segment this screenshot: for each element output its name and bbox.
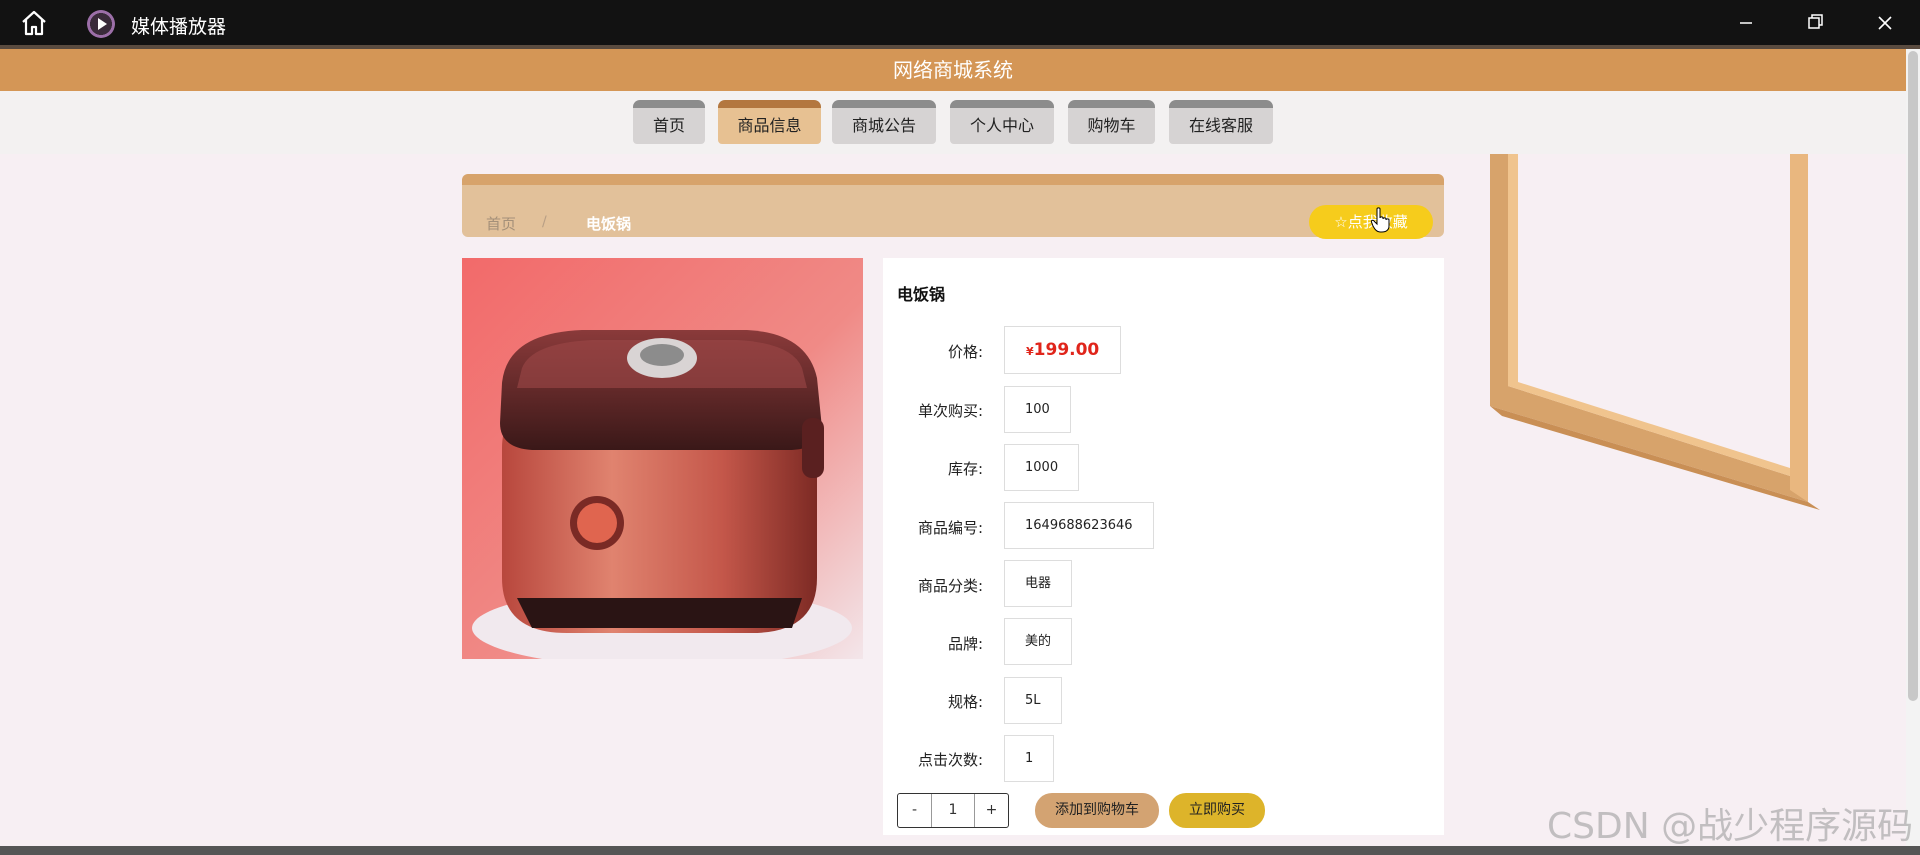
site-header-title: 网络商城系统 [0,49,1906,91]
main-nav: 首页 商品信息 商城公告 个人中心 购物车 在线客服 [0,91,1906,154]
breadcrumb-separator: / [542,214,547,230]
stock-label: 库存: [947,460,983,478]
quantity-decrease-button[interactable]: - [898,794,931,827]
quantity-stepper: - 1 + [897,793,1009,828]
nav-item-product-info[interactable]: 商品信息 [718,100,821,144]
breadcrumb-home-link[interactable]: 首页 [486,213,516,234]
price-label: 价格: [947,343,983,361]
minimize-icon[interactable] [1723,8,1769,38]
category-label: 商品分类: [917,577,983,595]
quantity-input[interactable]: 1 [931,794,975,827]
single-purchase-label: 单次购买: [917,402,983,420]
vertical-scrollbar[interactable] [1906,49,1920,846]
add-to-cart-button[interactable]: 添加到购物车 [1035,793,1159,828]
decorative-frame [1490,154,1820,510]
close-icon[interactable] [1862,8,1908,38]
click-count-value: 1 [1004,735,1055,782]
hand-cursor-icon [1371,207,1390,233]
watermark-text: CSDN @战少程序源码 [1547,806,1914,847]
buy-now-button[interactable]: 立即购买 [1169,793,1265,828]
nav-item-personal-center[interactable]: 个人中心 [950,100,1054,144]
nav-item-cart[interactable]: 购物车 [1068,100,1155,144]
breadcrumb: 首页 / 电饭锅 ☆点我收藏 [462,174,1444,239]
brand-label: 品牌: [947,635,983,653]
restore-icon[interactable] [1792,8,1838,38]
window-title: 媒体播放器 [131,16,227,38]
single-purchase-value: 100 [1004,386,1071,433]
breadcrumb-current: 电饭锅 [586,215,632,233]
star-outline-icon: ☆ [1334,213,1348,231]
currency-symbol: ¥ [1026,345,1034,358]
stock-value: 1000 [1004,444,1080,491]
media-player-app-icon [87,10,115,38]
price-value: ¥199.00 [1004,326,1122,374]
product-detail-panel: 电饭锅 价格: ¥199.00 单次购买: 100 库存: 1000 商品编号:… [883,258,1444,835]
product-image [462,258,863,659]
category-value: 电器 [1004,560,1073,607]
nav-item-online-service[interactable]: 在线客服 [1169,100,1273,144]
click-count-label: 点击次数: [917,751,983,769]
spec-label: 规格: [947,693,983,711]
price-amount: 199.00 [1033,340,1100,360]
nav-item-announcements[interactable]: 商城公告 [832,100,936,144]
product-number-label: 商品编号: [917,519,983,537]
scrollbar-thumb[interactable] [1908,51,1918,701]
spec-value: 5L [1004,677,1062,724]
home-icon[interactable] [20,10,48,36]
quantity-increase-button[interactable]: + [975,794,1008,827]
brand-value: 美的 [1004,618,1073,665]
nav-item-home[interactable]: 首页 [633,100,705,144]
window-titlebar: 媒体播放器 [0,0,1920,45]
product-name: 电饭锅 [897,285,946,304]
product-number-value: 1649688623646 [1004,502,1154,549]
